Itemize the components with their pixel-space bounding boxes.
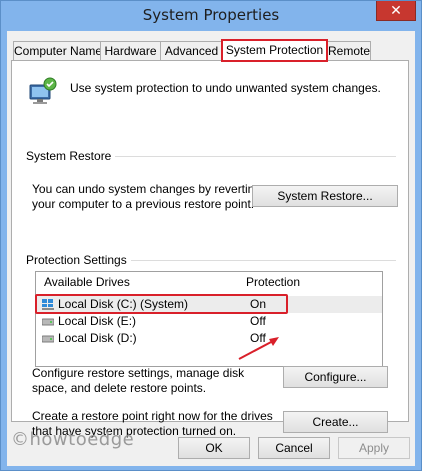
tab-hardware[interactable]: Hardware <box>100 41 161 61</box>
tab-remote[interactable]: Remote <box>327 41 371 61</box>
red-arrow-icon <box>238 337 279 360</box>
tab-advanced[interactable]: Advanced <box>160 41 223 61</box>
cancel-button[interactable]: Cancel <box>258 437 330 459</box>
system-protection-panel: Use system protection to undo unwanted s… <box>11 60 409 438</box>
system-restore-group-label: System Restore <box>26 149 116 163</box>
protection-settings-group-label: Protection Settings <box>26 253 131 267</box>
selected-drive-highlight <box>35 294 288 314</box>
intro-text: Use system protection to undo unwanted s… <box>70 81 381 95</box>
system-protection-icon <box>29 77 57 104</box>
system-restore-description: You can undo system changes by reverting… <box>32 182 262 211</box>
column-protection[interactable]: Protection <box>246 275 300 289</box>
tab-strip: Computer Name Hardware Advanced System P… <box>11 39 411 62</box>
system-properties-window: System Properties ✕ Computer Name Hardwa… <box>0 0 422 471</box>
drive-icon <box>42 335 54 343</box>
ok-button[interactable]: OK <box>178 437 250 459</box>
title-bar[interactable]: System Properties ✕ <box>1 1 421 31</box>
drives-list-header: Available Drives Protection <box>36 272 382 292</box>
drive-row-e[interactable]: Local Disk (E:) Off <box>36 313 382 330</box>
drives-list[interactable]: Available Drives Protection Local Disk (… <box>35 271 383 367</box>
watermark: ©howtoedge <box>11 429 135 450</box>
drive-row-d[interactable]: Local Disk (D:) Off <box>36 330 382 347</box>
configure-description: Configure restore settings, manage disk … <box>32 366 245 395</box>
drive-name: Local Disk (D:) <box>58 331 137 345</box>
tab-computer-name[interactable]: Computer Name <box>13 41 102 61</box>
system-restore-button[interactable]: System Restore... <box>252 185 398 207</box>
column-available-drives[interactable]: Available Drives <box>44 275 130 289</box>
dialog-client-area: Computer Name Hardware Advanced System P… <box>7 31 415 466</box>
create-button[interactable]: Create... <box>283 411 388 433</box>
drive-protection: Off <box>250 314 266 328</box>
window-title: System Properties <box>142 6 280 24</box>
tab-system-protection[interactable]: System Protection <box>221 39 328 62</box>
drive-name: Local Disk (E:) <box>58 314 137 328</box>
drive-icon <box>42 318 54 326</box>
close-button[interactable]: ✕ <box>376 1 416 21</box>
configure-button[interactable]: Configure... <box>283 366 388 388</box>
apply-button[interactable]: Apply <box>338 437 410 459</box>
